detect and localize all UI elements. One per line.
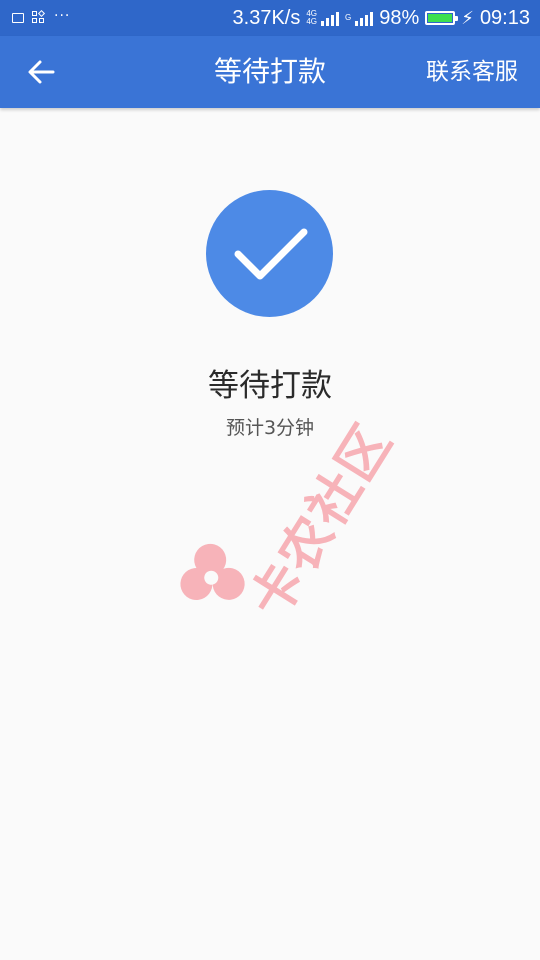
check-circle-icon	[206, 190, 333, 317]
battery-icon	[425, 11, 459, 25]
watermark-text: 卡农社区	[239, 413, 405, 629]
status-left: ···	[12, 8, 233, 25]
more-notifications-icon: ···	[54, 8, 71, 24]
charging-icon: ⚡	[461, 8, 474, 28]
arrow-left-icon	[28, 60, 55, 84]
image-notification-icon	[12, 13, 24, 23]
sim2-signal-icon	[355, 10, 374, 26]
contact-support-button[interactable]: 联系客服	[426, 36, 518, 108]
sim1-signal-icon	[321, 10, 340, 26]
watermark-logo-icon	[180, 543, 245, 600]
sim2-network-type: G	[345, 13, 352, 22]
back-button[interactable]	[14, 48, 68, 96]
screen: ··· 3.37K/s 4G 4G G 98% ⚡ 09:13 等待打款 联系客…	[0, 0, 540, 960]
app-grid-notification-icon	[32, 9, 46, 25]
battery-percent: 98%	[379, 6, 420, 29]
checkmark-icon	[234, 228, 307, 279]
sim1-network-type: 4G 4G	[306, 9, 318, 26]
status-bar: ··· 3.37K/s 4G 4G G 98% ⚡ 09:13	[0, 0, 540, 36]
app-bar: 等待打款 联系客服	[0, 36, 540, 108]
status-title: 等待打款	[208, 368, 332, 404]
battery-fill	[428, 14, 452, 22]
clock: 09:13	[479, 6, 530, 29]
status-subtitle: 预计3分钟	[225, 417, 315, 439]
network-speed: 3.37K/s	[232, 6, 301, 29]
status-right: 3.37K/s 4G 4G G 98% ⚡ 09:13	[233, 7, 530, 30]
